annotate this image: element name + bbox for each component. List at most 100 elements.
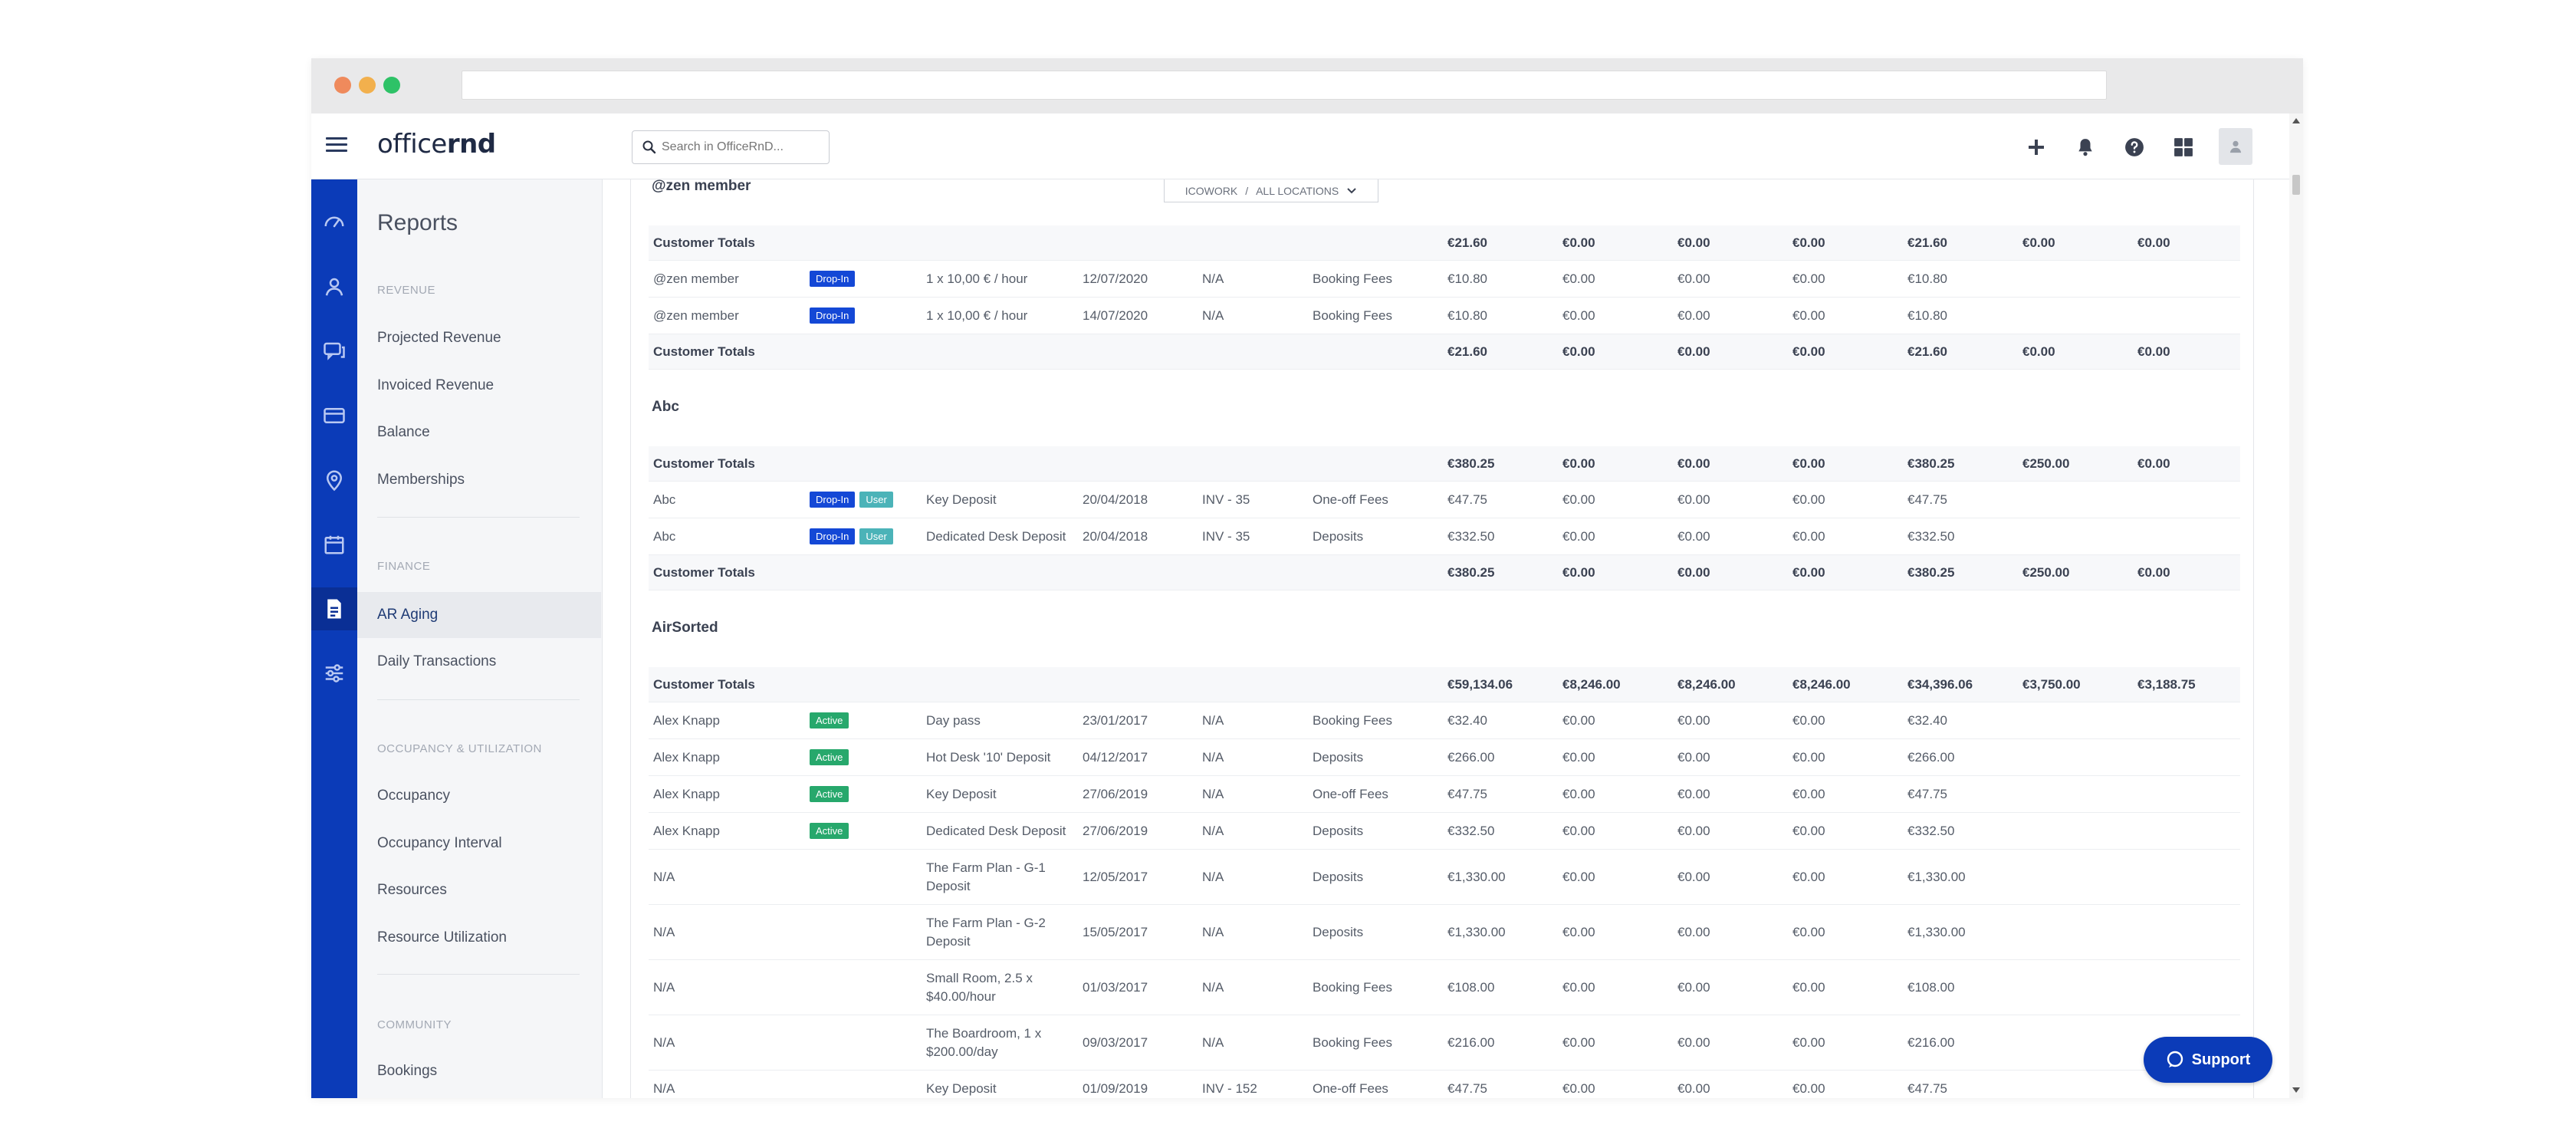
item-description: Key Deposit xyxy=(926,786,997,801)
amount-cell: €0.00 xyxy=(1792,564,1825,580)
menu-icon[interactable] xyxy=(324,133,350,160)
page-scrollbar[interactable] xyxy=(2289,113,2303,1098)
avatar[interactable] xyxy=(2219,128,2252,165)
location-selector[interactable]: ICOWORK / ALL LOCATIONS xyxy=(1164,179,1378,202)
help-icon[interactable] xyxy=(2121,133,2148,161)
amount-cell: €0.00 xyxy=(1677,979,1710,995)
amount-cell: €0.00 xyxy=(1677,344,1710,359)
table-row[interactable]: Abc Drop-In User Key Deposit 20/04/2018 INV -… xyxy=(649,482,2240,518)
search-input[interactable] xyxy=(662,137,823,157)
item-category: Deposits xyxy=(1313,924,1364,939)
scroll-down-arrow-icon[interactable] xyxy=(2292,1087,2300,1093)
amount-cell: €32.40 xyxy=(1447,712,1487,728)
table-row[interactable]: @zen member Drop-In 1 x 10,00 € / hour 14/0… xyxy=(649,298,2240,334)
table-row[interactable]: N/A Key Deposit 01/09/2019 INV - 152 One-off… xyxy=(649,1071,2240,1098)
amount-cell: €0.00 xyxy=(1792,456,1825,471)
item-description: The Farm Plan - G-1 Deposit xyxy=(926,860,1046,893)
amount-cell: €0.00 xyxy=(1562,528,1595,544)
amount-cell: €0.00 xyxy=(1562,786,1595,801)
sidebar-item-occupancy[interactable]: Occupancy xyxy=(377,788,450,804)
sidebar-item-resource-utilization[interactable]: Resource Utilization xyxy=(377,929,507,946)
invoice-number: N/A xyxy=(1202,749,1224,765)
members-icon[interactable] xyxy=(311,265,357,308)
reports-icon[interactable] xyxy=(311,587,357,630)
amount-cell: €0.00 xyxy=(1677,235,1710,250)
calendar-icon[interactable] xyxy=(311,523,357,566)
item-description: Key Deposit xyxy=(926,1080,997,1096)
amount-cell: €0.00 xyxy=(1677,528,1710,544)
chat-icon[interactable] xyxy=(311,330,357,373)
sidebar-item-balance[interactable]: Balance xyxy=(377,424,430,441)
sidebar-item-occupancy-interval[interactable]: Occupancy Interval xyxy=(377,835,502,852)
amount-cell: €0.00 xyxy=(2022,344,2055,359)
row-label: Customer Totals xyxy=(653,235,755,250)
report-content: ICOWORK / ALL LOCATIONS @zen member Custo… xyxy=(603,179,2289,1098)
customer-totals-row: Customer Totals €380.25 €0.00 €0.00 €0.00 €38… xyxy=(649,555,2240,590)
item-category: Booking Fees xyxy=(1313,308,1392,323)
sidebar-item-invoiced-revenue[interactable]: Invoiced Revenue xyxy=(377,377,494,394)
close-window-dot[interactable] xyxy=(334,77,351,94)
table-row[interactable]: Alex Knapp Active Hot Desk '10' Deposit 04/… xyxy=(649,739,2240,776)
amount-cell: €266.00 xyxy=(1907,749,1955,765)
officernd-logo[interactable]: officernd xyxy=(377,129,496,160)
minimize-window-dot[interactable] xyxy=(359,77,376,94)
item-description: Day pass xyxy=(926,712,981,728)
logo-bold: rnd xyxy=(446,129,496,160)
sidebar-item-ar-aging[interactable]: AR Aging xyxy=(377,607,438,623)
location-pin-icon[interactable] xyxy=(311,459,357,502)
amount-cell: €0.00 xyxy=(1677,786,1710,801)
billing-card-icon[interactable] xyxy=(311,394,357,437)
sidebar-item-resources[interactable]: Resources xyxy=(377,882,447,899)
status-badge: Active xyxy=(810,749,849,765)
table-row[interactable]: N/A The Farm Plan - G-2 Deposit 15/05/2017… xyxy=(649,905,2240,960)
customer-totals-row: Customer Totals €380.25 €0.00 €0.00 €0.00 €38… xyxy=(649,446,2240,482)
amount-cell: €0.00 xyxy=(1677,1034,1710,1050)
table-row[interactable]: N/A Small Room, 2.5 x $40.00/hour 01/03/20… xyxy=(649,960,2240,1015)
item-description: Key Deposit xyxy=(926,492,997,507)
amount-cell: €0.00 xyxy=(1562,979,1595,995)
sidebar-item-daily-transactions[interactable]: Daily Transactions xyxy=(377,653,496,670)
table-row[interactable]: Alex Knapp Active Dedicated Desk Deposit 27… xyxy=(649,813,2240,850)
settings-sliders-icon[interactable] xyxy=(311,652,357,695)
logo-light: office xyxy=(377,129,447,160)
amount-cell: €47.75 xyxy=(1907,1080,1947,1096)
amount-cell: €32.40 xyxy=(1907,712,1947,728)
search-box[interactable] xyxy=(632,130,830,164)
add-icon[interactable] xyxy=(2022,133,2050,161)
amount-cell: €8,246.00 xyxy=(1677,676,1736,692)
table-row[interactable]: @zen member Drop-In 1 x 10,00 € / hour 12/0… xyxy=(649,261,2240,298)
table-row[interactable]: Alex Knapp Active Day pass 23/01/2017 N/A Boo… xyxy=(649,702,2240,739)
status-badge: Active xyxy=(810,786,849,802)
apps-grid-icon[interactable] xyxy=(2170,133,2197,161)
bell-icon[interactable] xyxy=(2072,133,2099,161)
dashboard-icon[interactable] xyxy=(311,201,357,244)
customer-group-title: Abc xyxy=(652,399,679,415)
amount-cell: €108.00 xyxy=(1447,979,1495,995)
invoice-number: N/A xyxy=(1202,271,1224,286)
icon-rail xyxy=(311,179,357,1098)
sidebar-item-projected-revenue[interactable]: Projected Revenue xyxy=(377,330,501,347)
amount-cell: €0.00 xyxy=(1792,823,1825,838)
item-date: 27/06/2019 xyxy=(1083,786,1148,801)
table-row[interactable]: Abc Drop-In User Dedicated Desk Deposit 20/0… xyxy=(649,518,2240,555)
item-description: Hot Desk '10' Deposit xyxy=(926,749,1051,765)
item-description: 1 x 10,00 € / hour xyxy=(926,308,1028,323)
scroll-up-arrow-icon[interactable] xyxy=(2292,118,2300,123)
chat-bubble-icon xyxy=(2167,1051,2183,1067)
address-bar[interactable] xyxy=(462,71,2107,100)
amount-cell: €10.80 xyxy=(1447,308,1487,323)
table-row[interactable]: Alex Knapp Active Key Deposit 27/06/2019 N/A… xyxy=(649,776,2240,813)
sidebar-item-memberships[interactable]: Memberships xyxy=(377,472,465,488)
sidebar-item-bookings[interactable]: Bookings xyxy=(377,1063,437,1080)
scrollbar-thumb[interactable] xyxy=(2292,175,2300,195)
table-row[interactable]: N/A The Boardroom, 1 x $200.00/day 09/03/2… xyxy=(649,1015,2240,1071)
row-label: Customer Totals xyxy=(653,676,755,692)
item-date: 04/12/2017 xyxy=(1083,749,1148,765)
amount-cell: €0.00 xyxy=(1792,924,1825,939)
maximize-window-dot[interactable] xyxy=(383,77,400,94)
amount-cell: €0.00 xyxy=(2137,235,2170,250)
item-description: Dedicated Desk Deposit xyxy=(926,823,1066,838)
support-button[interactable]: Support xyxy=(2144,1037,2272,1083)
table-row[interactable]: N/A The Farm Plan - G-1 Deposit 12/05/2017… xyxy=(649,850,2240,905)
status-badge: Drop-In xyxy=(810,308,856,324)
